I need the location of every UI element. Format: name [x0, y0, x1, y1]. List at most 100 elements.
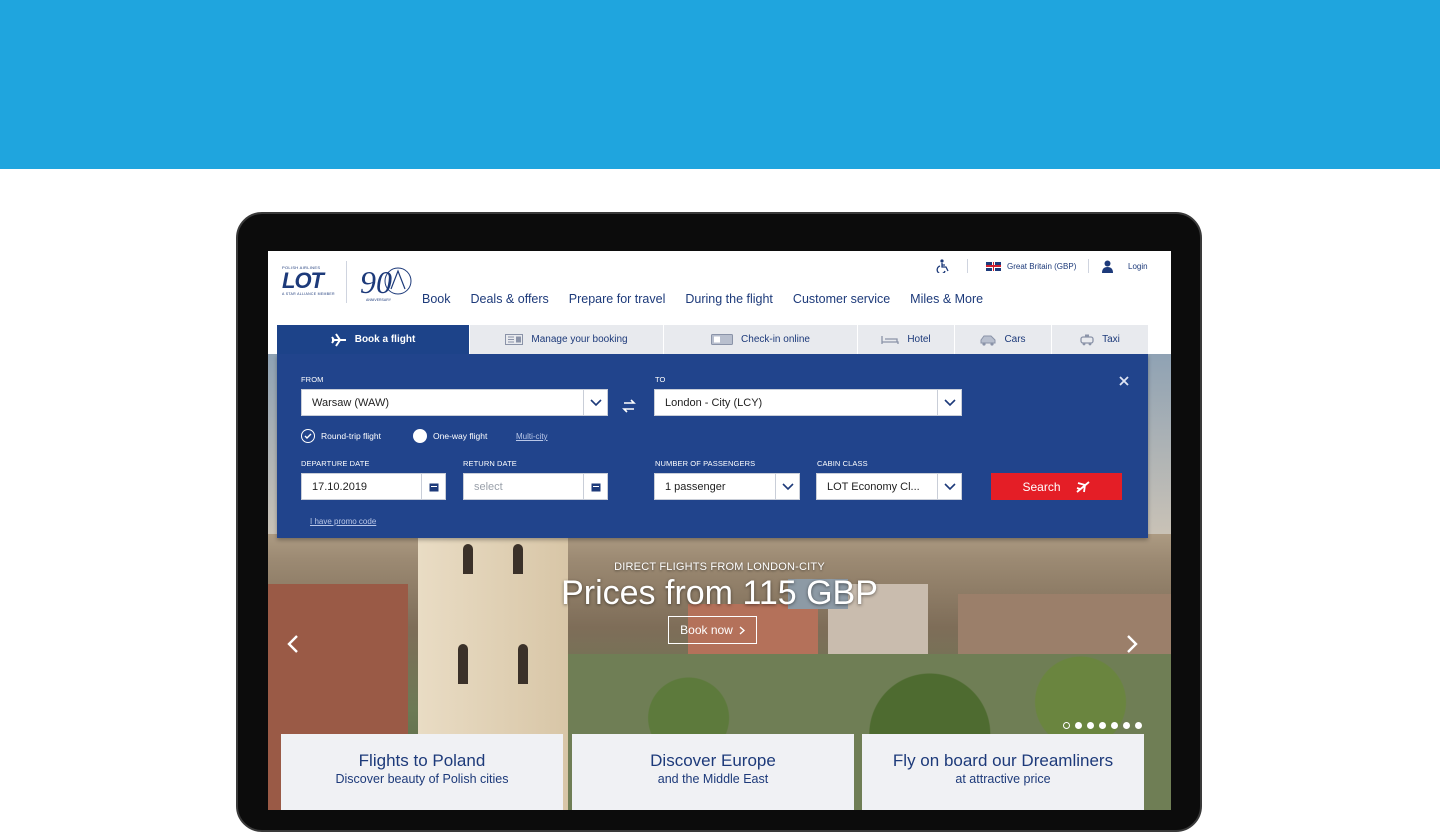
accessibility-icon[interactable]: [936, 259, 950, 273]
calendar-icon[interactable]: [421, 474, 445, 499]
nav-item-customer-service[interactable]: Customer service: [793, 292, 890, 306]
carousel-dot[interactable]: [1123, 722, 1130, 729]
from-field[interactable]: Warsaw (WAW): [301, 389, 608, 416]
user-icon: [1102, 260, 1113, 273]
search-label: Search: [1022, 479, 1061, 494]
anniversary-label: ANNIVERSARY: [366, 298, 392, 302]
calendar-icon[interactable]: [583, 474, 607, 499]
passengers-label: NUMBER OF PASSENGERS: [655, 459, 756, 468]
tab-book-flight[interactable]: Book a flight: [277, 325, 470, 354]
carousel-next-icon[interactable]: [1125, 634, 1139, 654]
tab-taxi[interactable]: Taxi: [1052, 325, 1148, 354]
ticket-icon: [505, 334, 524, 345]
swap-icon[interactable]: [621, 398, 637, 414]
card-title: Flights to Poland: [358, 751, 486, 770]
chevron-right-icon: [739, 625, 745, 635]
card-title: Fly on board our Dreamliners: [892, 751, 1114, 770]
logo-member: A STAR ALLIANCE MEMBER: [282, 292, 335, 296]
top-banner-band: [0, 0, 1440, 169]
cabin-label: CABIN CLASS: [817, 459, 868, 468]
carousel-dot[interactable]: [1075, 722, 1082, 729]
cabin-select[interactable]: LOT Economy Cl...: [816, 473, 962, 500]
nav-item-book[interactable]: Book: [422, 292, 451, 306]
nav-item-during-flight[interactable]: During the flight: [685, 292, 773, 306]
from-label: FROM: [301, 375, 324, 384]
trip-oneway-radio[interactable]: One-way flight: [413, 429, 487, 443]
tab-label: Manage your booking: [531, 334, 628, 345]
to-value: London - City (LCY): [665, 396, 763, 409]
logo-wordmark: LOT: [282, 268, 324, 293]
tab-check-in[interactable]: Check-in online: [664, 325, 858, 354]
card-subtitle: at attractive price: [955, 772, 1051, 786]
cabin-value: LOT Economy Cl...: [827, 480, 920, 493]
to-label: TO: [655, 375, 666, 384]
return-date-field[interactable]: select: [463, 473, 608, 500]
car-icon: [980, 335, 996, 346]
return-placeholder: select: [474, 480, 503, 493]
carousel-dot[interactable]: [1111, 722, 1118, 729]
uk-flag-icon: [986, 261, 1001, 271]
utility-divider: [1088, 259, 1089, 273]
nav-item-miles[interactable]: Miles & More: [910, 292, 983, 306]
utility-divider: [967, 259, 968, 273]
login-link[interactable]: Login: [1101, 259, 1148, 273]
anniversary-number: 90: [360, 264, 392, 300]
close-icon[interactable]: [1117, 374, 1131, 388]
anniversary-logo: 90 ANNIVERSARY: [358, 263, 416, 303]
departure-date-field[interactable]: 17.10.2019: [301, 473, 446, 500]
book-now-label: Book now: [680, 623, 733, 637]
region-selector[interactable]: Great Britain (GBP): [986, 259, 1076, 273]
book-now-button[interactable]: Book now: [668, 616, 757, 644]
plane-icon: [330, 332, 346, 347]
tab-manage-booking[interactable]: Manage your booking: [470, 325, 664, 354]
booking-panel: FROM Warsaw (WAW) TO London - City (LCY)…: [277, 354, 1148, 538]
login-label: Login: [1128, 261, 1148, 271]
tab-cars[interactable]: Cars: [955, 325, 1052, 354]
boarding-pass-icon: [711, 334, 734, 345]
card-subtitle: and the Middle East: [657, 772, 769, 786]
carousel-dots: [1063, 722, 1142, 729]
passengers-value: 1 passenger: [665, 480, 726, 493]
chevron-down-icon[interactable]: [937, 474, 961, 499]
chevron-down-icon[interactable]: [937, 390, 961, 415]
return-label: RETURN DATE: [463, 459, 517, 468]
promo-card-dreamliners[interactable]: Fly on board our Dreamliners at attracti…: [862, 734, 1144, 810]
bed-icon: [881, 335, 899, 344]
carousel-prev-icon[interactable]: [286, 634, 300, 654]
region-label: Great Britain (GBP): [1007, 261, 1077, 271]
lot-logo[interactable]: POLISH AIRLINES LOT A STAR ALLIANCE MEMB…: [282, 265, 338, 303]
tab-hotel[interactable]: Hotel: [858, 325, 955, 354]
trip-roundtrip-label: Round-trip flight: [321, 431, 382, 441]
browser-screen: POLISH AIRLINES LOT A STAR ALLIANCE MEMB…: [268, 251, 1171, 810]
card-subtitle: Discover beauty of Polish cities: [335, 772, 509, 786]
departure-label: DEPARTURE DATE: [301, 459, 370, 468]
departure-value: 17.10.2019: [312, 480, 368, 493]
nav-item-deals[interactable]: Deals & offers: [471, 292, 549, 306]
promo-card-europe[interactable]: Discover Europe and the Middle East: [572, 734, 854, 810]
promo-code-link[interactable]: I have promo code: [310, 517, 376, 526]
carousel-dot[interactable]: [1063, 722, 1070, 729]
chevron-down-icon[interactable]: [583, 390, 607, 415]
main-nav: Book Deals & offers Prepare for travel D…: [422, 292, 1003, 306]
multi-city-link[interactable]: Multi-city: [516, 432, 548, 441]
trip-roundtrip-radio[interactable]: Round-trip flight: [301, 429, 381, 443]
carousel-dot[interactable]: [1135, 722, 1142, 729]
check-circle-icon: [301, 429, 315, 443]
hero-title: Prices from 115 GBP: [561, 574, 878, 612]
search-button[interactable]: Search: [991, 473, 1122, 500]
tab-label: Book a flight: [354, 334, 416, 345]
tab-label: Taxi: [1102, 334, 1120, 345]
tab-label: Check-in online: [741, 334, 810, 345]
to-field[interactable]: London - City (LCY): [654, 389, 962, 416]
logo-divider: [346, 261, 347, 303]
hero-subtitle: DIRECT FLIGHTS FROM LONDON-CITY: [614, 561, 825, 573]
passengers-select[interactable]: 1 passenger: [654, 473, 800, 500]
trip-oneway-label: One-way flight: [433, 431, 488, 441]
nav-item-prepare[interactable]: Prepare for travel: [569, 292, 666, 306]
plane-takeoff-icon: [1075, 480, 1090, 493]
chevron-down-icon[interactable]: [775, 474, 799, 499]
carousel-dot[interactable]: [1087, 722, 1094, 729]
carousel-dot[interactable]: [1099, 722, 1106, 729]
promo-card-poland[interactable]: Flights to Poland Discover beauty of Pol…: [281, 734, 563, 810]
card-title: Discover Europe: [650, 751, 776, 770]
